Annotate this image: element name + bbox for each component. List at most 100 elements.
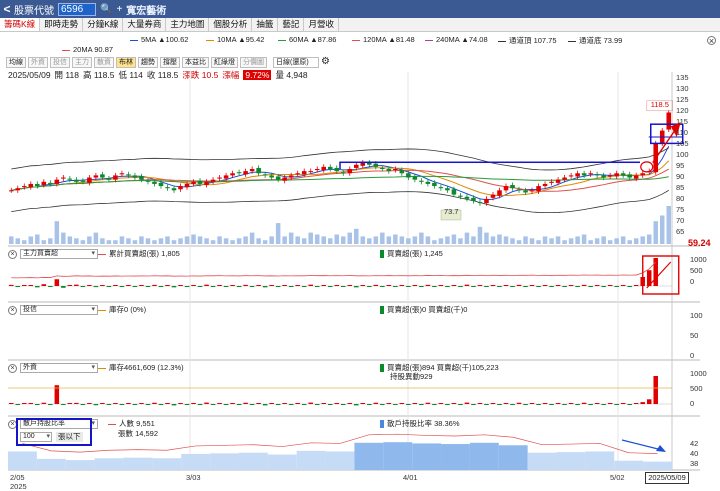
main-force-bar bbox=[542, 285, 548, 286]
main-force-bar bbox=[360, 285, 366, 286]
main-force-legend-daily: 買賣超(張) 1,245 bbox=[380, 248, 443, 259]
main-force-bar bbox=[15, 286, 21, 287]
close-icon[interactable]: × bbox=[8, 249, 17, 259]
foreign-bar bbox=[510, 404, 515, 405]
main-force-bar bbox=[230, 285, 235, 286]
candle-body bbox=[445, 188, 450, 191]
foreign-bar bbox=[269, 403, 274, 404]
volume-bar bbox=[464, 232, 470, 244]
main-force-bar bbox=[425, 284, 431, 286]
candle-body bbox=[477, 202, 483, 204]
panel-tick: 1000 bbox=[690, 369, 707, 378]
foreign-bar bbox=[581, 402, 587, 404]
price-tick: 130 bbox=[676, 84, 689, 93]
candle-body bbox=[451, 189, 457, 195]
foreign-bar bbox=[87, 403, 92, 404]
price-tick: 80 bbox=[676, 194, 685, 203]
candle-body bbox=[523, 190, 528, 193]
panel-tick: 40 bbox=[690, 449, 699, 458]
candle-body bbox=[594, 174, 600, 176]
panel-foreign-select[interactable]: 外資 bbox=[20, 363, 98, 373]
main-force-bar bbox=[41, 284, 47, 286]
foreign-bar bbox=[393, 404, 398, 405]
candle-body bbox=[484, 198, 489, 204]
volume-bar bbox=[321, 236, 326, 244]
close-icon[interactable]: × bbox=[8, 363, 17, 373]
candle-body bbox=[575, 173, 580, 177]
candle-body bbox=[353, 164, 359, 168]
candle-body bbox=[601, 175, 606, 178]
main-force-legend-cum: 累計買賣超(張) 1,805 bbox=[98, 248, 180, 259]
price-tick: 120 bbox=[676, 106, 689, 115]
price-tick: 110 bbox=[676, 128, 688, 137]
candle-body bbox=[126, 174, 131, 176]
trust-legend-inventory: 庫存0 (0%) bbox=[98, 304, 146, 315]
foreign-bar bbox=[184, 404, 190, 405]
candle-body bbox=[581, 173, 587, 176]
holder-ratio-step bbox=[8, 451, 37, 470]
volume-bar bbox=[197, 236, 203, 244]
foreign-bar bbox=[262, 404, 268, 406]
panel-tick: 500 bbox=[690, 384, 703, 393]
main-force-bar bbox=[354, 286, 359, 288]
panel-tick: 100 bbox=[690, 311, 703, 320]
x-tick: 3/03 bbox=[186, 473, 201, 482]
close-icon[interactable]: × bbox=[8, 305, 17, 315]
foreign-bar bbox=[204, 402, 209, 404]
main-force-bar bbox=[477, 285, 483, 286]
volume-bar bbox=[184, 236, 190, 244]
panel-main-force-select[interactable]: 主力買賣超 bbox=[20, 249, 98, 259]
holder-arrow bbox=[621, 439, 663, 451]
main-force-bar bbox=[601, 286, 606, 287]
foreign-bar bbox=[419, 404, 424, 405]
volume-bar bbox=[490, 236, 496, 244]
foreign-bar bbox=[22, 403, 27, 404]
holders-legend-ratio: 散戶持股比率 38.36% bbox=[380, 418, 460, 429]
foreign-bar bbox=[126, 403, 131, 404]
high-price-label: 118.5 bbox=[651, 100, 669, 109]
candle-body bbox=[236, 172, 242, 174]
main-force-bar bbox=[523, 286, 528, 287]
foreign-bar bbox=[314, 404, 320, 405]
volume-bar bbox=[399, 236, 405, 244]
main-force-bar bbox=[412, 285, 418, 286]
resistance-line bbox=[340, 161, 640, 164]
main-force-bar bbox=[243, 284, 248, 286]
volume-bar bbox=[386, 236, 392, 244]
candle-body bbox=[288, 175, 294, 178]
main-force-bar bbox=[119, 286, 125, 287]
volume-bar bbox=[477, 226, 483, 244]
volume-bar bbox=[516, 240, 522, 244]
x-year: 2025 bbox=[10, 482, 27, 491]
foreign-bar bbox=[334, 403, 339, 404]
main-force-bar bbox=[594, 285, 600, 286]
price-tick: 135 bbox=[676, 73, 689, 82]
candle-body bbox=[542, 183, 548, 187]
volume-bar bbox=[100, 238, 105, 244]
main-force-bar bbox=[575, 286, 580, 287]
main-force-bar bbox=[562, 286, 567, 287]
foreign-bar bbox=[620, 403, 626, 404]
holder-threshold-select[interactable]: 100 bbox=[20, 432, 52, 442]
main-force-bar bbox=[445, 286, 450, 287]
low-price-label: 73.7 bbox=[444, 207, 459, 216]
main-force-bar bbox=[171, 286, 177, 288]
volume-bar bbox=[653, 221, 658, 244]
main-force-bar bbox=[249, 286, 255, 287]
holder-ratio-step bbox=[238, 452, 268, 470]
holder-ratio-step bbox=[325, 451, 355, 470]
holder-ratio-step bbox=[210, 453, 239, 470]
main-force-bar bbox=[106, 286, 112, 287]
candle-body bbox=[386, 169, 392, 172]
volume-bar bbox=[471, 236, 476, 244]
volume-bar bbox=[9, 236, 14, 244]
panel-trust-select[interactable]: 投信 bbox=[20, 305, 98, 315]
volume-bar bbox=[301, 238, 307, 244]
foreign-bar bbox=[119, 404, 125, 405]
main-force-bar bbox=[269, 285, 274, 286]
foreign-bar bbox=[165, 403, 170, 404]
candle-body bbox=[314, 169, 320, 171]
foreign-bar bbox=[191, 403, 196, 404]
candle-body bbox=[536, 186, 541, 192]
volume-bar bbox=[640, 236, 645, 244]
